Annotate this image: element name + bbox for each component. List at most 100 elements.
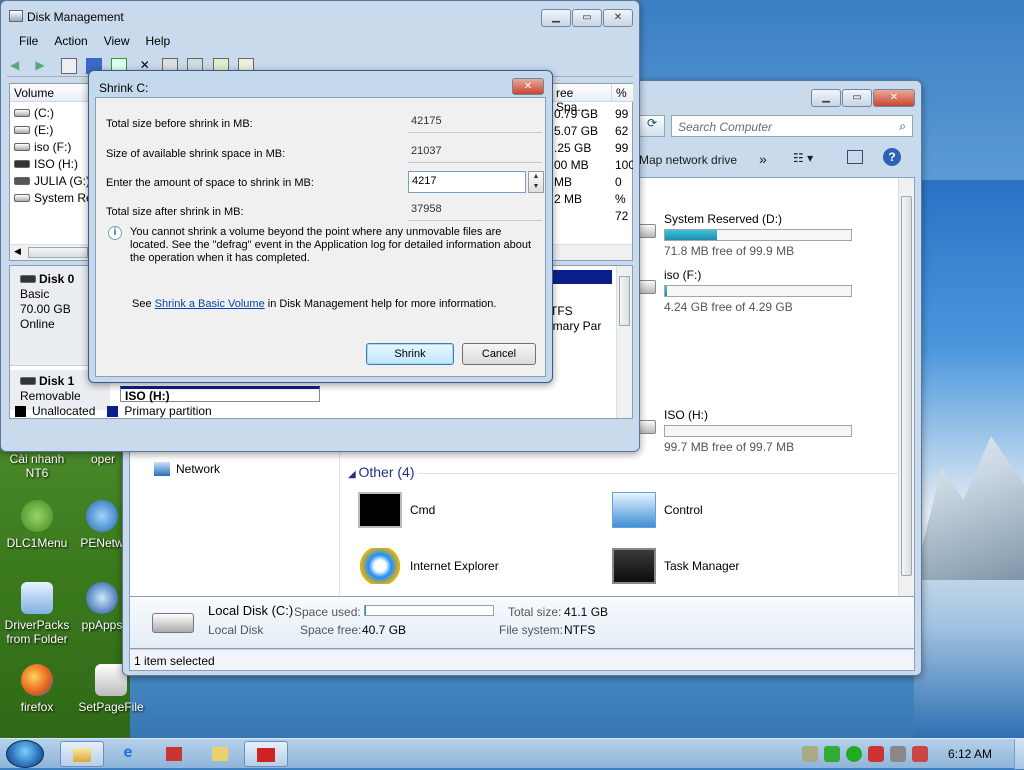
taskbar-disk-management[interactable] [244,741,288,767]
cancel-button[interactable]: Cancel [462,343,536,365]
desktop-icon-ppapps[interactable]: ppApps [80,582,124,632]
details-space-used-fill [365,606,367,615]
desktop-icon-firefox[interactable]: firefox [2,664,72,714]
volume-row[interactable]: System Res [14,191,99,205]
menu-help[interactable]: Help [146,34,171,54]
free-space-value: 00 MB [554,158,589,172]
taskbar-app-paint[interactable] [198,741,242,767]
disk-name: Disk 0 [39,272,75,286]
refresh-icon: ⟳ [646,116,658,130]
group-header-other[interactable]: ◢ Other (4) [348,464,414,480]
tray-media-icon[interactable] [845,746,862,762]
volume-row[interactable]: ISO (H:) [14,157,78,171]
disk-management-app-icon [9,10,23,22]
details-space-used-label: Space used: [294,605,361,619]
spin-up-icon[interactable]: ▲ [533,173,540,180]
desktop-icon-oper[interactable]: oper [82,452,124,466]
usb-drive-icon [14,177,30,185]
tray-volume-muted-icon[interactable] [911,746,928,762]
volume-name: (C:) [34,106,54,120]
disk-name: Disk 1 [39,374,75,388]
tray-tools-icon[interactable] [867,746,884,762]
refresh-button[interactable]: ⟳ [639,115,665,137]
tray-network-icon[interactable] [889,746,906,762]
volume-row[interactable]: (E:) [14,123,53,137]
internet-explorer-icon: e [123,744,133,761]
desktop-icon-penetw[interactable]: PENetw [80,500,124,550]
volume-row[interactable]: iso (F:) [14,140,71,154]
nav-item-network[interactable]: Network [154,462,220,476]
change-view-button[interactable]: ☷ ▾ [793,151,813,165]
volume-row[interactable]: (C:) [14,106,54,120]
column-header-free-space[interactable]: ree Spa... [552,84,612,114]
shrink-dialog-title-bar[interactable]: Shrink C: ✕ [89,71,552,97]
shrink-amount-spinner[interactable]: ▲ ▼ [528,171,544,193]
minimize-button[interactable]: ▁ [811,89,841,107]
forward-arrow-icon[interactable]: ▶ [35,58,51,74]
network-tools-icon [166,747,182,761]
close-button[interactable]: ✕ [603,9,633,27]
disk-icon [20,275,36,283]
content-scrollbar[interactable] [898,178,914,596]
app-item-control[interactable]: Control [612,492,703,528]
partition-fragment[interactable]: TFS imary Par [550,304,601,334]
shrink-amount-input[interactable]: 4217 [408,171,526,193]
app-item-cmd[interactable]: Cmd [358,492,435,528]
show-desktop-button[interactable] [1014,739,1024,769]
maximize-button[interactable]: ▭ [842,89,872,107]
dialog-close-button[interactable]: ✕ [512,78,544,95]
desktop-icon-driverpacks[interactable]: DriverPacks from Folder [2,582,72,646]
taskbar: e 6:12 AM [0,738,1024,769]
disk-management-title-bar[interactable]: Disk Management ▁ ▭ ✕ [1,1,639,31]
map-network-drive-button[interactable]: Map network drive [639,153,737,167]
window-title: Disk Management [27,10,124,24]
scrollbar-thumb[interactable] [619,276,630,326]
drive-usage-bar [664,425,852,437]
preview-pane-button[interactable] [847,150,863,164]
drive-item-f[interactable]: iso (F:) 4.24 GB free of 4.29 GB [630,268,852,314]
scroll-left-icon[interactable]: ◀ [14,246,21,257]
desktop-icon-dlc1menu[interactable]: DLC1Menu [2,500,72,550]
app-item-internet-explorer[interactable]: Internet Explorer [358,548,499,584]
taskbar-app-network[interactable] [152,741,196,767]
desktop-icon-cai-nhanh[interactable]: Cài nhanh NT6 [2,452,72,480]
legend-label-unallocated: Unallocated [32,404,96,418]
shrink-basic-volume-link[interactable]: Shrink a Basic Volume [155,298,265,310]
shrink-button[interactable]: Shrink [366,343,454,365]
taskbar-clock[interactable]: 6:12 AM [948,747,992,761]
tray-security-icon[interactable] [823,746,840,762]
start-button[interactable] [6,740,44,768]
taskbar-explorer[interactable] [60,741,104,767]
partition-iso-h[interactable]: ISO (H:) [120,386,320,403]
spin-down-icon[interactable]: ▼ [533,183,540,190]
column-header-percent-free[interactable]: % F [612,84,634,102]
scrollbar-thumb[interactable] [28,247,88,258]
network-icon [154,462,170,476]
back-arrow-icon[interactable]: ◀ [10,58,26,74]
ppapps-icon [86,582,118,614]
app-item-task-manager[interactable]: Task Manager [612,548,739,584]
percent-free-value: 62 [615,124,629,138]
help-icon[interactable]: ? [883,148,901,166]
column-header-volume[interactable]: Volume [10,84,90,102]
close-button[interactable]: ✕ [873,89,915,107]
scrollbar-thumb[interactable] [901,196,912,576]
field-label: Total size after shrink in MB: [106,206,244,218]
minimize-button[interactable]: ▁ [541,9,571,27]
taskbar-internet-explorer[interactable]: e [106,741,150,767]
volume-icon [14,194,30,202]
console-tree-icon[interactable] [60,58,77,74]
drive-item-h[interactable]: ISO (H:) 99.7 MB free of 99.7 MB [630,408,852,454]
tray-keyboard-icon[interactable] [801,746,818,762]
menu-action[interactable]: Action [54,34,87,54]
graphical-view-scrollbar[interactable] [616,266,632,418]
volume-row[interactable]: JULIA (G:) [14,174,90,188]
drive-item-d[interactable]: System Reserved (D:) 71.8 MB free of 99.… [630,212,852,258]
legend-swatch-unallocated [15,405,26,417]
search-input[interactable]: Search Computer ⌕ [671,115,913,137]
toolbar-overflow-button[interactable]: » [759,151,767,167]
menu-file[interactable]: File [19,34,38,54]
maximize-button[interactable]: ▭ [572,9,602,27]
menu-view[interactable]: View [104,34,130,54]
legend-swatch-primary [107,405,119,417]
